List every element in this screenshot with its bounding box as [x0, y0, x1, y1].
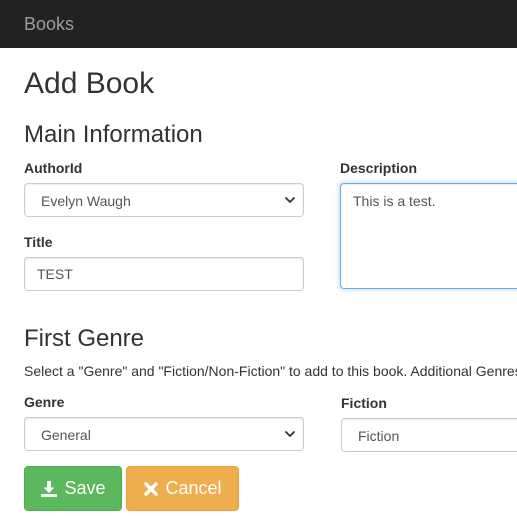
description-textarea[interactable]: This is a test.	[340, 183, 517, 289]
author-select-value: Evelyn Waugh	[41, 193, 131, 209]
chevron-down-icon	[285, 197, 295, 203]
title-label: Title	[24, 234, 53, 250]
author-label: AuthorId	[24, 160, 83, 176]
save-button[interactable]: Save	[24, 466, 122, 511]
fiction-select-value: Fiction	[358, 428, 400, 444]
description-textarea-value: This is a test.	[353, 193, 436, 209]
genre-help-text: Select a "Genre" and "Fiction/Non-Fictio…	[24, 363, 517, 379]
cancel-button-label: Cancel	[165, 478, 222, 498]
genre-label: Genre	[24, 394, 65, 410]
chevron-down-icon	[285, 431, 295, 437]
genre-select[interactable]: General	[24, 417, 304, 451]
title-input-value: TEST	[37, 266, 73, 282]
save-button-label: Save	[64, 478, 106, 498]
fiction-select[interactable]: Fiction	[341, 418, 517, 452]
download-icon	[41, 480, 58, 497]
page-title: Add Book	[24, 67, 155, 100]
description-label: Description	[340, 160, 418, 176]
author-select[interactable]: Evelyn Waugh	[24, 183, 304, 217]
cancel-button[interactable]: Cancel	[126, 466, 239, 511]
main-information-heading: Main Information	[24, 121, 203, 148]
fiction-label: Fiction	[341, 395, 387, 411]
first-genre-heading: First Genre	[24, 325, 145, 352]
title-input[interactable]: TEST	[24, 257, 304, 291]
navbar: Books	[0, 0, 517, 48]
genre-select-value: General	[41, 427, 91, 443]
navbar-brand[interactable]: Books	[24, 13, 74, 35]
close-icon	[144, 481, 159, 496]
